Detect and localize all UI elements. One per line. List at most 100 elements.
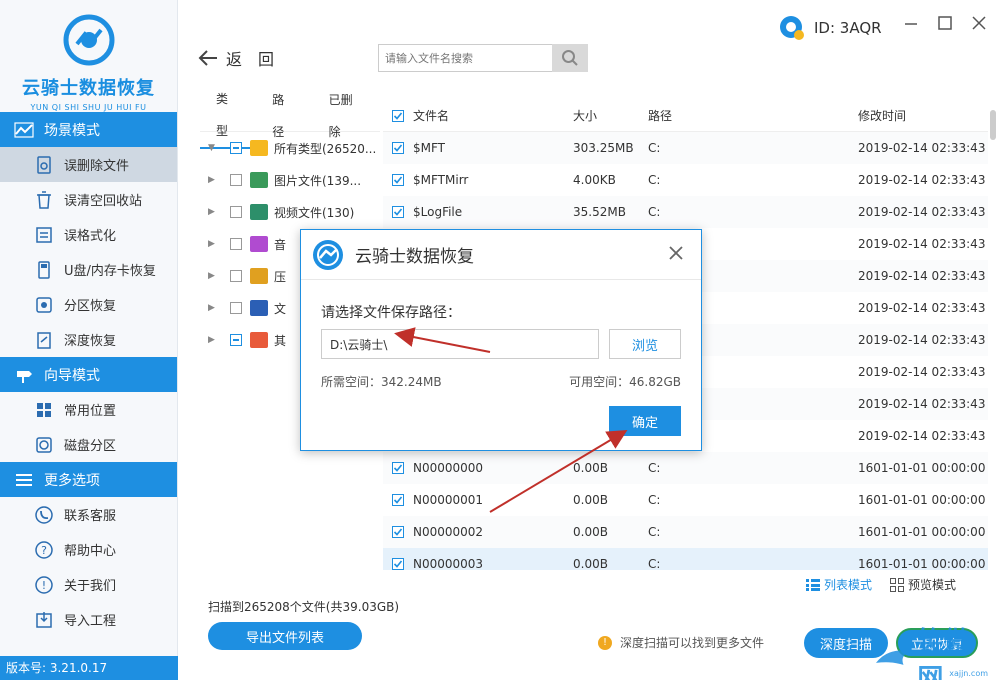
caret-right-icon[interactable]: ▶ bbox=[208, 303, 218, 313]
sidebar: 云骑士数据恢复 YUN QI SHI SHU JU HUI FU 场景模式 误删除… bbox=[0, 0, 178, 680]
list-mode-button[interactable]: 列表模式 bbox=[806, 576, 872, 593]
tree-checkbox[interactable] bbox=[230, 270, 242, 282]
col-size[interactable]: 大小 bbox=[573, 107, 648, 124]
table-row[interactable]: $MFT 303.25MB C: 2019-02-14 02:33:43 bbox=[383, 132, 988, 164]
row-checkbox[interactable] bbox=[392, 142, 404, 154]
recycle-bin-icon bbox=[37, 190, 51, 209]
check-icon bbox=[393, 464, 403, 472]
table-row[interactable]: N00000001 0.00B C: 1601-01-01 00:00:00 bbox=[383, 484, 988, 516]
dialog-close-button[interactable] bbox=[667, 244, 685, 262]
scrollbar-thumb[interactable] bbox=[990, 110, 996, 140]
sidebar-item[interactable]: 误格式化 bbox=[0, 217, 177, 252]
caret-right-icon[interactable]: ▶ bbox=[208, 175, 218, 185]
back-label: 返 回 bbox=[226, 50, 275, 69]
caret-right-icon[interactable]: ▶ bbox=[208, 335, 218, 345]
sidebar-item[interactable]: 常用位置 bbox=[0, 392, 177, 427]
select-all-checkbox[interactable] bbox=[392, 109, 404, 122]
arrow-left-icon bbox=[198, 50, 217, 66]
check-icon bbox=[393, 528, 403, 536]
preview-mode-label: 预览模式 bbox=[908, 578, 957, 592]
col-time[interactable]: 修改时间 bbox=[858, 107, 988, 124]
document-icon bbox=[250, 300, 268, 316]
cell-time: 2019-02-14 02:33:43 bbox=[858, 397, 986, 411]
tree-checkbox[interactable] bbox=[230, 238, 242, 250]
caret-right-icon[interactable]: ▶ bbox=[208, 207, 218, 217]
minimize-button[interactable] bbox=[902, 14, 920, 32]
caret-right-icon[interactable]: ▶ bbox=[208, 271, 218, 281]
cell-time: 2019-02-14 02:33:43 bbox=[858, 141, 986, 155]
search-button[interactable] bbox=[552, 44, 588, 72]
usb-icon bbox=[38, 260, 50, 279]
save-path-input[interactable] bbox=[321, 329, 599, 359]
tree-tab[interactable]: 类型 bbox=[200, 83, 257, 149]
tree-tab[interactable]: 路径 bbox=[256, 84, 312, 148]
sidebar-item-label: U盘/内存卡恢复 bbox=[64, 264, 156, 279]
caret-down-icon[interactable]: ▼ bbox=[208, 143, 218, 153]
table-row[interactable]: $LogFile 35.52MB C: 2019-02-14 02:33:43 bbox=[383, 196, 988, 228]
sidebar-item-label: 联系客服 bbox=[64, 509, 117, 524]
tree-row-label: 视频文件(130) bbox=[274, 205, 355, 220]
cell-path: C: bbox=[648, 141, 661, 155]
back-button[interactable]: 返 回 bbox=[198, 46, 274, 70]
search-input[interactable] bbox=[378, 44, 552, 72]
minimize-icon bbox=[905, 23, 917, 25]
sidebar-item[interactable]: 联系客服 bbox=[0, 497, 177, 532]
cell-time: 2019-02-14 02:33:43 bbox=[858, 205, 986, 219]
save-path-dialog: 云骑士数据恢复 请选择文件保存路径： 浏览 所需空间：342.24MB 可用空间… bbox=[300, 229, 702, 451]
folder-icon bbox=[250, 140, 268, 156]
section-guide-mode: 向导模式 bbox=[0, 357, 177, 392]
browse-button[interactable]: 浏览 bbox=[609, 329, 681, 359]
maximize-button[interactable] bbox=[936, 14, 954, 32]
sidebar-item-label: 误格式化 bbox=[64, 229, 117, 244]
section-title: 向导模式 bbox=[44, 367, 100, 384]
check-icon bbox=[393, 496, 403, 504]
sidebar-item[interactable]: 磁盘分区 bbox=[0, 427, 177, 462]
table-row[interactable]: N00000000 0.00B C: 1601-01-01 00:00:00 bbox=[383, 452, 988, 484]
sidebar-item[interactable]: 误清空回收站 bbox=[0, 182, 177, 217]
tree-checkbox[interactable] bbox=[230, 142, 242, 154]
sidebar-item[interactable]: ! 关于我们 bbox=[0, 567, 177, 602]
row-checkbox[interactable] bbox=[392, 526, 404, 538]
row-checkbox[interactable] bbox=[392, 494, 404, 506]
row-checkbox[interactable] bbox=[392, 462, 404, 474]
tree-checkbox[interactable] bbox=[230, 174, 242, 186]
table-row[interactable]: N00000003 0.00B C: 1601-01-01 00:00:00 bbox=[383, 548, 988, 570]
sidebar-item[interactable]: 导入工程 bbox=[0, 602, 177, 637]
dialog-header: 云骑士数据恢复 bbox=[301, 230, 701, 280]
tree-checkbox[interactable] bbox=[230, 302, 242, 314]
sidebar-item[interactable]: 深度恢复 bbox=[0, 322, 177, 357]
import-icon bbox=[36, 611, 52, 628]
image-icon bbox=[250, 172, 268, 188]
row-checkbox[interactable] bbox=[392, 206, 404, 218]
table-row[interactable]: $MFTMirr 4.00KB C: 2019-02-14 02:33:43 bbox=[383, 164, 988, 196]
sidebar-item-label: 误删除文件 bbox=[64, 159, 130, 174]
cell-size: 0.00B bbox=[573, 557, 608, 570]
sidebar-item[interactable]: U盘/内存卡恢复 bbox=[0, 252, 177, 287]
cell-name: $MFT bbox=[413, 141, 446, 155]
row-checkbox[interactable] bbox=[392, 558, 404, 570]
row-checkbox[interactable] bbox=[392, 174, 404, 186]
sidebar-item[interactable]: ? 帮助中心 bbox=[0, 532, 177, 567]
sidebar-item[interactable]: 分区恢复 bbox=[0, 287, 177, 322]
table-row[interactable]: N00000002 0.00B C: 1601-01-01 00:00:00 bbox=[383, 516, 988, 548]
tree-row[interactable]: ▶ 图片文件(139... bbox=[200, 164, 380, 196]
tree-checkbox[interactable] bbox=[230, 206, 242, 218]
caret-right-icon[interactable]: ▶ bbox=[208, 239, 218, 249]
export-list-button[interactable]: 导出文件列表 bbox=[208, 622, 362, 650]
cell-size: 0.00B bbox=[573, 493, 608, 507]
table-scrollbar[interactable] bbox=[990, 100, 996, 570]
cell-path: C: bbox=[648, 525, 661, 539]
cell-time: 2019-02-14 02:33:43 bbox=[858, 365, 986, 379]
col-path[interactable]: 路径 bbox=[648, 107, 858, 124]
tree-row[interactable]: ▶ 视频文件(130) bbox=[200, 196, 380, 228]
sidebar-item[interactable]: 误删除文件 bbox=[0, 147, 177, 182]
col-name[interactable]: 文件名 bbox=[413, 107, 573, 124]
file-recover-icon bbox=[37, 155, 51, 174]
tree-tab[interactable]: 已删除 bbox=[313, 84, 380, 148]
confirm-button[interactable]: 确定 bbox=[609, 406, 681, 436]
user-badge-icon bbox=[780, 16, 804, 40]
tree-checkbox[interactable] bbox=[230, 334, 242, 346]
tree-row-label: 其 bbox=[274, 333, 287, 348]
preview-mode-button[interactable]: 预览模式 bbox=[890, 576, 956, 593]
close-button[interactable] bbox=[970, 14, 988, 32]
